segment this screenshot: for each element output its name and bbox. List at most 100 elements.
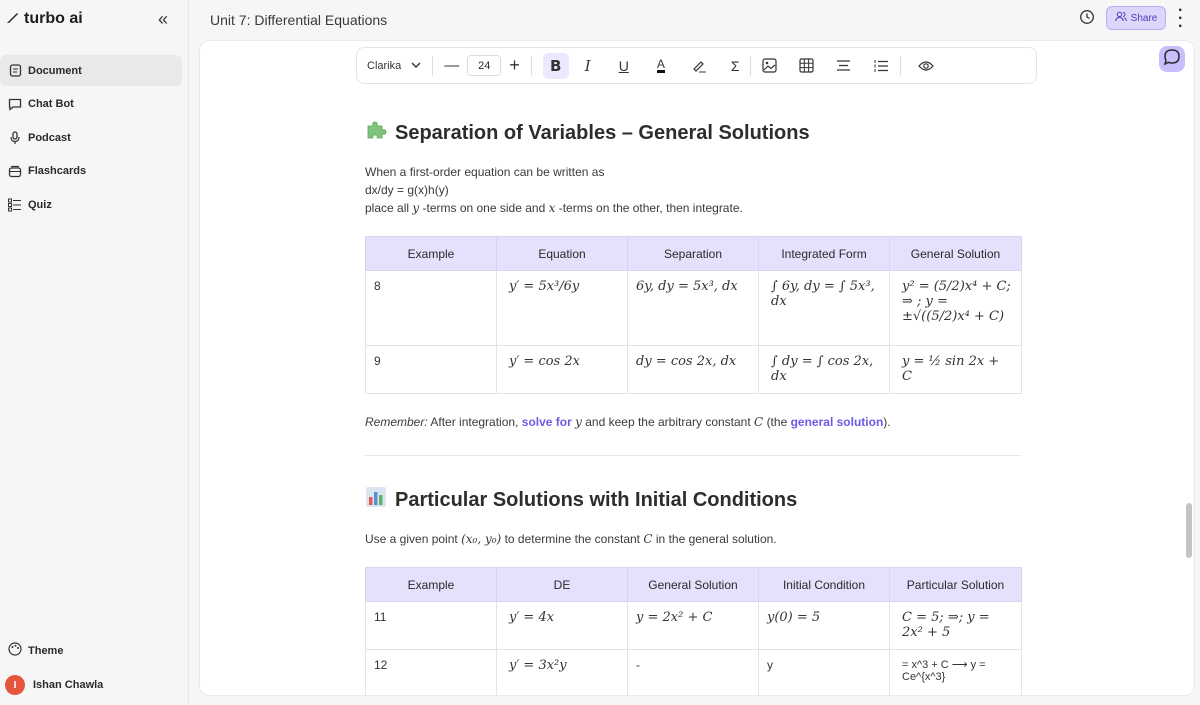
column-header: DE: [496, 567, 628, 602]
user-profile[interactable]: I Ishan Chawla: [5, 675, 103, 695]
text-fragment: and keep the arbitrary constant: [585, 415, 751, 429]
text-fragment: in the general solution.: [655, 532, 777, 546]
table-cell: 8: [365, 270, 497, 346]
numbered-list-icon[interactable]: [873, 59, 889, 73]
text-fragment: Use a given point: [365, 532, 458, 546]
text-fragment: ).: [883, 415, 891, 429]
text-color-button[interactable]: A: [656, 58, 665, 73]
column-header: Particular Solution: [889, 567, 1022, 602]
microphone-icon: [8, 130, 22, 145]
table-cell: 11: [365, 601, 497, 650]
math-symbol: C: [754, 415, 764, 429]
math-symbol: (x₀, y₀): [461, 532, 502, 546]
bold-button[interactable]: B: [542, 52, 569, 79]
increase-size-button[interactable]: +: [509, 55, 520, 76]
chat-icon: [8, 98, 22, 111]
align-icon[interactable]: [836, 59, 851, 72]
highlight-icon[interactable]: [691, 59, 707, 73]
collapse-sidebar-icon[interactable]: «: [158, 9, 168, 30]
preview-eye-icon[interactable]: [918, 60, 935, 72]
scrollbar[interactable]: [1186, 503, 1192, 558]
table-row: 12 y′ = 3x²y - y = x^3 + C ⟶ y = Ce^{x^3…: [365, 649, 1022, 695]
app-logo[interactable]: turbo ai: [6, 10, 83, 28]
remember-note: Remember: After integration, solve for y…: [365, 413, 1021, 431]
bar-chart-icon: [365, 486, 387, 514]
table-cell: 6y, dy = 5x³, dx: [627, 270, 759, 346]
italic-button[interactable]: I: [585, 57, 591, 75]
column-header: Initial Condition: [758, 567, 890, 602]
text-fragment: (the: [766, 415, 788, 429]
table-cell: 12: [365, 649, 497, 695]
document-icon: [8, 64, 22, 77]
link-solve-for[interactable]: solve for: [522, 415, 572, 429]
table-icon[interactable]: [799, 58, 815, 73]
pen-icon: [6, 10, 20, 28]
divider: [432, 55, 434, 76]
sidebar-item-quiz[interactable]: Quiz: [0, 189, 182, 220]
font-select[interactable]: Clarika: [367, 60, 421, 72]
section-title: Particular Solutions with Initial Condit…: [395, 488, 798, 511]
math-symbol: x: [548, 201, 556, 215]
decrease-size-button[interactable]: —: [444, 57, 459, 74]
sidebar-item-label: Quiz: [28, 198, 52, 211]
users-icon: [1114, 11, 1127, 25]
section-heading: Separation of Variables – General Soluti…: [365, 119, 810, 147]
sidebar-item-label: Podcast: [28, 131, 71, 144]
theme-toggle[interactable]: Theme: [8, 642, 63, 659]
sidebar-item-flashcards[interactable]: Flashcards: [0, 156, 182, 187]
math-symbol: C: [643, 532, 653, 546]
column-header: Example: [365, 236, 497, 271]
table-cell: y′ = cos 2x: [496, 345, 628, 394]
table-cell: ∫ dy = ∫ cos 2x, dx: [758, 345, 890, 394]
document-editor: Clarika — 24 + B I U A Σ Separation of V…: [199, 40, 1195, 696]
column-header: Separation: [627, 236, 759, 271]
page-title: Unit 7: Differential Equations: [210, 12, 388, 28]
table-header-row: Example DE General Solution Initial Cond…: [365, 567, 1022, 602]
table-cell: y′ = 5x³/6y: [496, 270, 628, 346]
math-symbol: y: [412, 201, 420, 215]
share-button[interactable]: Share: [1106, 6, 1166, 30]
intro-line: place all y -terms on one side and x -te…: [365, 199, 1021, 217]
sidebar-item-chat-bot[interactable]: Chat Bot: [0, 89, 182, 120]
general-solutions-table: Example Equation Separation Integrated F…: [365, 236, 1022, 394]
table-row: 11 y′ = 4x y = 2x² + C y(0) = 5 C = 5; ⇒…: [365, 601, 1022, 650]
share-label: Share: [1130, 12, 1158, 24]
quiz-icon: [8, 198, 22, 212]
image-icon[interactable]: [762, 58, 778, 73]
history-icon[interactable]: [1079, 9, 1095, 30]
sidebar-nav: Document Chat Bot Podcast Flashcards Qui…: [0, 55, 182, 223]
text-fragment: place all: [365, 201, 410, 215]
table-cell: y: [758, 649, 890, 695]
remember-label: Remember:: [365, 415, 428, 429]
flashcards-icon: [8, 165, 22, 178]
sidebar-item-document[interactable]: Document: [0, 55, 182, 86]
table-cell: = x^3 + C ⟶ y = Ce^{x^3}: [889, 649, 1022, 695]
section-heading: Particular Solutions with Initial Condit…: [365, 486, 797, 514]
table-cell: y² = (5/2)x⁴ + C; ⇒ ; y = ±√((5/2)x⁴ + C…: [889, 270, 1022, 346]
text-fragment: -terms on one side and: [422, 201, 546, 215]
divider: [530, 55, 532, 76]
underline-button[interactable]: U: [619, 58, 629, 74]
sidebar-item-podcast[interactable]: Podcast: [0, 122, 182, 153]
link-general-solution[interactable]: general solution: [791, 415, 884, 429]
divider: [900, 55, 902, 76]
column-header: General Solution: [889, 236, 1022, 271]
sidebar-item-label: Flashcards: [28, 165, 87, 177]
app-name: turbo ai: [24, 10, 83, 27]
sidebar-item-label: Chat Bot: [28, 98, 74, 110]
divider: [365, 455, 1021, 456]
chat-bubble-button[interactable]: [1159, 46, 1185, 72]
sigma-icon[interactable]: Σ: [731, 58, 740, 74]
font-size-input[interactable]: 24: [467, 55, 502, 76]
font-label: Clarika: [367, 59, 402, 72]
more-options-icon[interactable]: · · ·: [1178, 3, 1183, 35]
intro-text: Use a given point (x₀, y₀) to determine …: [365, 530, 1021, 548]
avatar: I: [5, 675, 25, 695]
formatting-toolbar: Clarika — 24 + B I U A Σ: [356, 47, 1037, 84]
column-header: Integrated Form: [758, 236, 890, 271]
sidebar-item-label: Document: [28, 64, 82, 77]
chat-bubble-icon: [1163, 48, 1181, 71]
divider: [750, 55, 752, 76]
intro-text: When a first-order equation can be writt…: [365, 163, 1021, 217]
particular-solutions-table: Example DE General Solution Initial Cond…: [365, 567, 1022, 695]
